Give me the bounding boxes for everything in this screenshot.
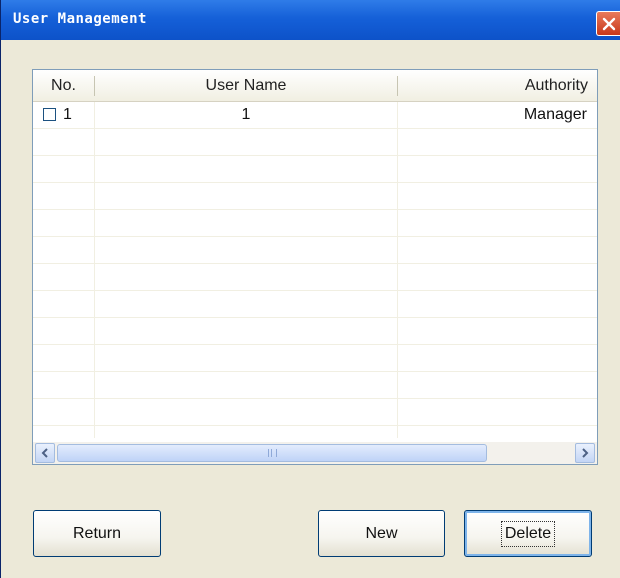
horizontal-scrollbar[interactable] [33,442,597,464]
table-row[interactable]: 1 1 Manager [33,102,597,129]
scroll-right-button[interactable] [575,443,595,463]
empty-row [33,237,597,264]
row-user-name: 1 [241,106,251,123]
empty-row [33,129,597,156]
empty-row [33,345,597,372]
column-header-user-name[interactable]: User Name [95,70,397,101]
empty-row [33,264,597,291]
new-button[interactable]: New [318,510,445,557]
empty-row [33,183,597,210]
new-button-label: New [365,524,398,542]
return-button[interactable]: Return [33,510,161,557]
user-list[interactable]: No. User Name Authority 1 1 Manager [32,69,598,465]
chevron-right-icon [582,448,589,458]
chevron-left-icon [41,448,48,458]
column-header-authority[interactable]: Authority [398,70,588,101]
row-no: 1 [63,106,72,123]
delete-button[interactable]: Delete [464,510,592,557]
empty-row [33,156,597,183]
return-button-label: Return [72,524,122,542]
empty-row [33,210,597,237]
close-button[interactable] [596,11,620,36]
title-bar[interactable]: User Management [1,0,620,40]
column-header-no[interactable]: No. [33,70,94,101]
row-authority: Manager [523,106,587,123]
grip-icon [267,449,277,457]
close-icon [602,17,616,30]
empty-row [33,372,597,399]
user-management-window: User Management No. User Name Authority … [0,0,620,578]
empty-row [33,399,597,426]
row-checkbox[interactable] [43,108,56,121]
empty-row [33,291,597,318]
list-header: No. User Name Authority [33,70,597,102]
empty-row [33,318,597,345]
delete-button-label: Delete [500,520,556,547]
window-title: User Management [13,11,147,27]
scroll-left-button[interactable] [35,443,55,463]
scrollbar-thumb[interactable] [57,444,487,462]
